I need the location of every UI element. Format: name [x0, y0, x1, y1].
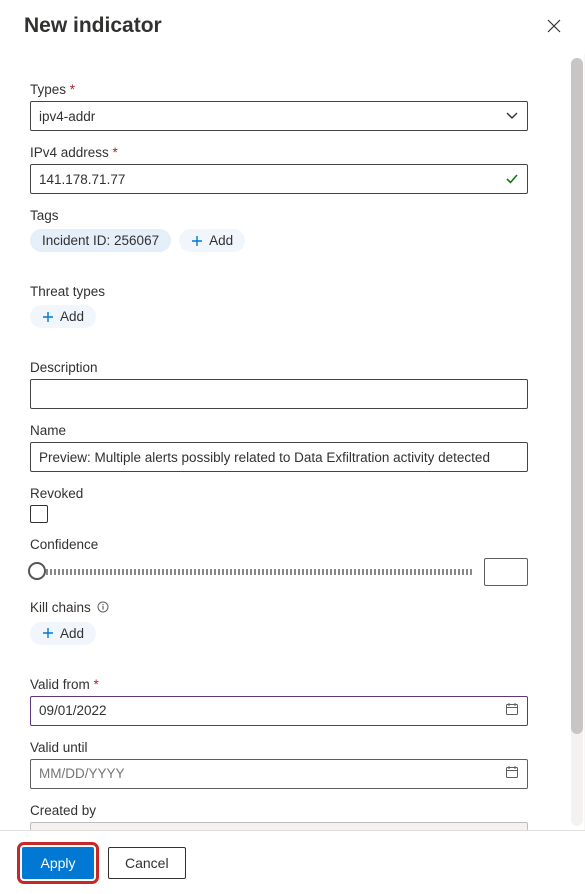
tag-pill[interactable]: Incident ID: 256067 [30, 229, 171, 252]
tag-pill-text: Incident ID: 256067 [42, 233, 159, 248]
threat-types-add-label: Add [60, 309, 84, 324]
ipv4-input[interactable]: 141.178.71.77 [30, 164, 528, 194]
kill-chains-add-label: Add [60, 626, 84, 641]
name-input[interactable] [30, 442, 528, 472]
chevron-down-icon [505, 109, 519, 123]
ipv4-label: IPv4 address [30, 145, 528, 160]
scrollbar-thumb[interactable] [571, 58, 583, 734]
kill-chains-row: Add [30, 622, 528, 645]
new-indicator-panel: New indicator Types ipv4-addr IPv4 addre… [0, 0, 585, 894]
apply-button-label: Apply [40, 855, 75, 871]
kill-chains-label-text: Kill chains [30, 600, 91, 615]
confidence-value-input[interactable] [484, 558, 528, 586]
ipv4-value: 141.178.71.77 [39, 172, 125, 187]
kill-chains-label: Kill chains [30, 600, 528, 616]
valid-from-value: 09/01/2022 [39, 703, 107, 718]
tag-add-button[interactable]: Add [179, 229, 245, 252]
tags-row: Incident ID: 256067 Add [30, 229, 528, 252]
types-select[interactable]: ipv4-addr [30, 101, 528, 131]
threat-types-add-button[interactable]: Add [30, 305, 96, 328]
valid-until-label: Valid until [30, 740, 528, 755]
panel-footer: Apply Cancel [0, 830, 585, 894]
valid-until-input[interactable]: MM/DD/YYYY [30, 759, 528, 789]
tag-add-label: Add [209, 233, 233, 248]
calendar-icon [505, 765, 519, 782]
plus-icon [42, 627, 54, 639]
plus-icon [42, 311, 54, 323]
types-label: Types [30, 82, 528, 97]
revoked-checkbox[interactable] [30, 505, 48, 523]
confidence-label: Confidence [30, 537, 528, 552]
kill-chains-add-button[interactable]: Add [30, 622, 96, 645]
description-label: Description [30, 360, 528, 375]
indicator-form: Types ipv4-addr IPv4 address 141.178.71.… [0, 54, 558, 830]
plus-icon [191, 235, 203, 247]
cancel-button[interactable]: Cancel [108, 847, 186, 879]
valid-from-label: Valid from [30, 677, 528, 692]
cancel-button-label: Cancel [125, 855, 169, 871]
confidence-slider-row [30, 558, 528, 586]
form-scroll-area: Types ipv4-addr IPv4 address 141.178.71.… [0, 54, 585, 830]
scrollbar-track[interactable] [571, 58, 583, 826]
threat-types-row: Add [30, 305, 528, 328]
threat-types-label: Threat types [30, 284, 528, 299]
name-label: Name [30, 423, 528, 438]
close-icon[interactable] [547, 19, 561, 33]
panel-header: New indicator [0, 0, 585, 48]
info-icon[interactable] [97, 601, 109, 616]
panel-title: New indicator [24, 14, 547, 38]
description-input[interactable] [30, 379, 528, 409]
valid-from-input[interactable]: 09/01/2022 [30, 696, 528, 726]
slider-thumb[interactable] [28, 562, 46, 580]
types-value: ipv4-addr [39, 109, 95, 124]
apply-button[interactable]: Apply [22, 847, 94, 879]
tags-label: Tags [30, 208, 528, 223]
calendar-icon [505, 702, 519, 719]
valid-until-placeholder: MM/DD/YYYY [39, 766, 125, 781]
confidence-slider[interactable] [30, 569, 474, 575]
created-by-input [30, 822, 528, 830]
created-by-label: Created by [30, 803, 528, 818]
checkmark-icon [505, 172, 519, 186]
revoked-label: Revoked [30, 486, 528, 501]
